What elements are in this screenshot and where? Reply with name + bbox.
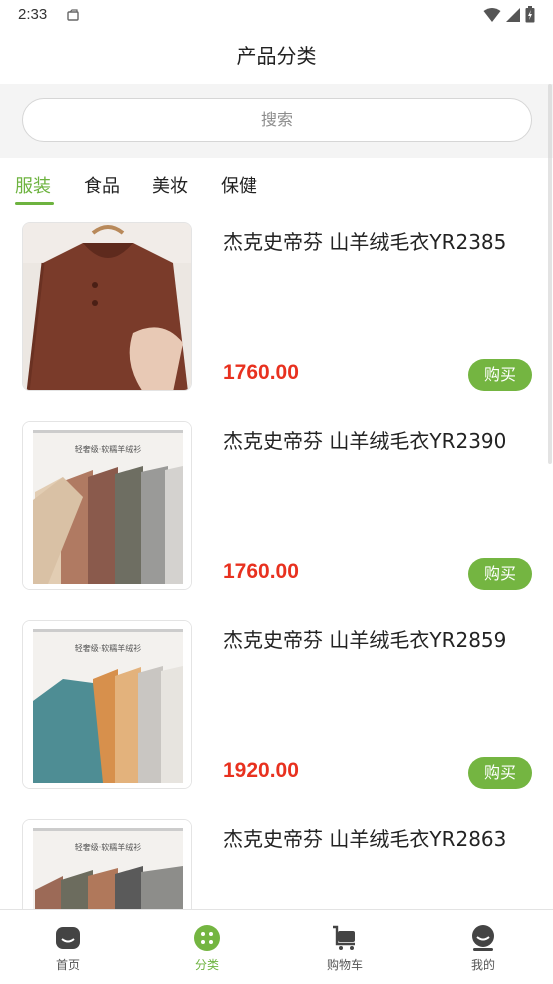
search-area: 搜索 [0,84,553,158]
buy-button[interactable]: 购买 [468,359,532,391]
tabbar-profile[interactable]: 我的 [443,924,523,973]
tab-beauty[interactable]: 美妆 [152,172,188,198]
tabbar-label: 分类 [194,958,219,972]
page-title: 产品分类 [236,44,317,68]
search-input[interactable]: 搜索 [22,98,532,142]
profile-icon [472,925,494,951]
tab-health[interactable]: 保健 [221,172,257,198]
svg-text:轻奢级·软糯羊绒衫: 轻奢级·软糯羊绒衫 [75,842,142,852]
product-price: 1760.00 [223,560,299,583]
product-name[interactable]: 杰克史帝芬 山羊绒毛衣YR2390 [223,425,506,454]
svg-text:轻奢级·软糯羊绒衫: 轻奢级·软糯羊绒衫 [75,444,142,454]
signal-icon [506,7,520,22]
tabbar-category[interactable]: 分类 [167,924,247,973]
buy-button[interactable]: 购买 [468,558,532,590]
product-name[interactable]: 杰克史帝芬 山羊绒毛衣YR2863 [223,823,506,852]
tab-clothing[interactable]: 服装 [15,172,51,198]
product-item[interactable]: 轻奢级·软糯羊绒衫 杰克史帝芬 山羊绒毛衣YR2859 1920.00 购买 [0,620,553,819]
tabbar-label: 首页 [55,958,80,972]
product-image[interactable]: 轻奢级·软糯羊绒衫 [22,421,192,590]
battery-icon [525,6,535,23]
tabbar-home[interactable]: 首页 [28,924,108,973]
product-item[interactable]: 杰克史帝芬 山羊绒毛衣YR2385 1760.00 购买 [0,222,553,421]
notification-icon [66,8,80,27]
product-name[interactable]: 杰克史帝芬 山羊绒毛衣YR2859 [223,624,506,653]
status-icons [483,6,535,23]
tabbar-cart[interactable]: 购物车 [305,924,385,973]
product-name[interactable]: 杰克史帝芬 山羊绒毛衣YR2385 [223,226,506,255]
tabbar-label: 我的 [470,958,495,972]
product-image[interactable]: 轻奢级·软糯羊绒衫 [22,620,192,789]
category-tabs: 服装 食品 美妆 保健 [0,158,553,208]
product-price: 1920.00 [223,759,299,782]
product-item[interactable]: 轻奢级·软糯羊绒衫 杰克史帝芬 山羊绒毛衣YR2390 1760.00 购买 [0,421,553,620]
bottom-tab-bar: 首页 分类 购物车 我的 [0,909,553,984]
status-time: 2:33 [18,6,48,23]
product-price: 1760.00 [223,361,299,384]
active-tab-indicator [15,202,54,205]
buy-button[interactable]: 购买 [468,757,532,789]
status-bar: 2:33 [0,0,553,32]
svg-text:轻奢级·软糯羊绒衫: 轻奢级·软糯羊绒衫 [75,643,142,653]
product-image[interactable] [22,222,192,391]
wifi-icon [483,7,501,22]
tabbar-label: 购物车 [326,958,363,972]
tab-food[interactable]: 食品 [84,172,120,198]
cart-icon [333,925,355,950]
home-icon [56,927,80,949]
category-icon [194,925,220,951]
